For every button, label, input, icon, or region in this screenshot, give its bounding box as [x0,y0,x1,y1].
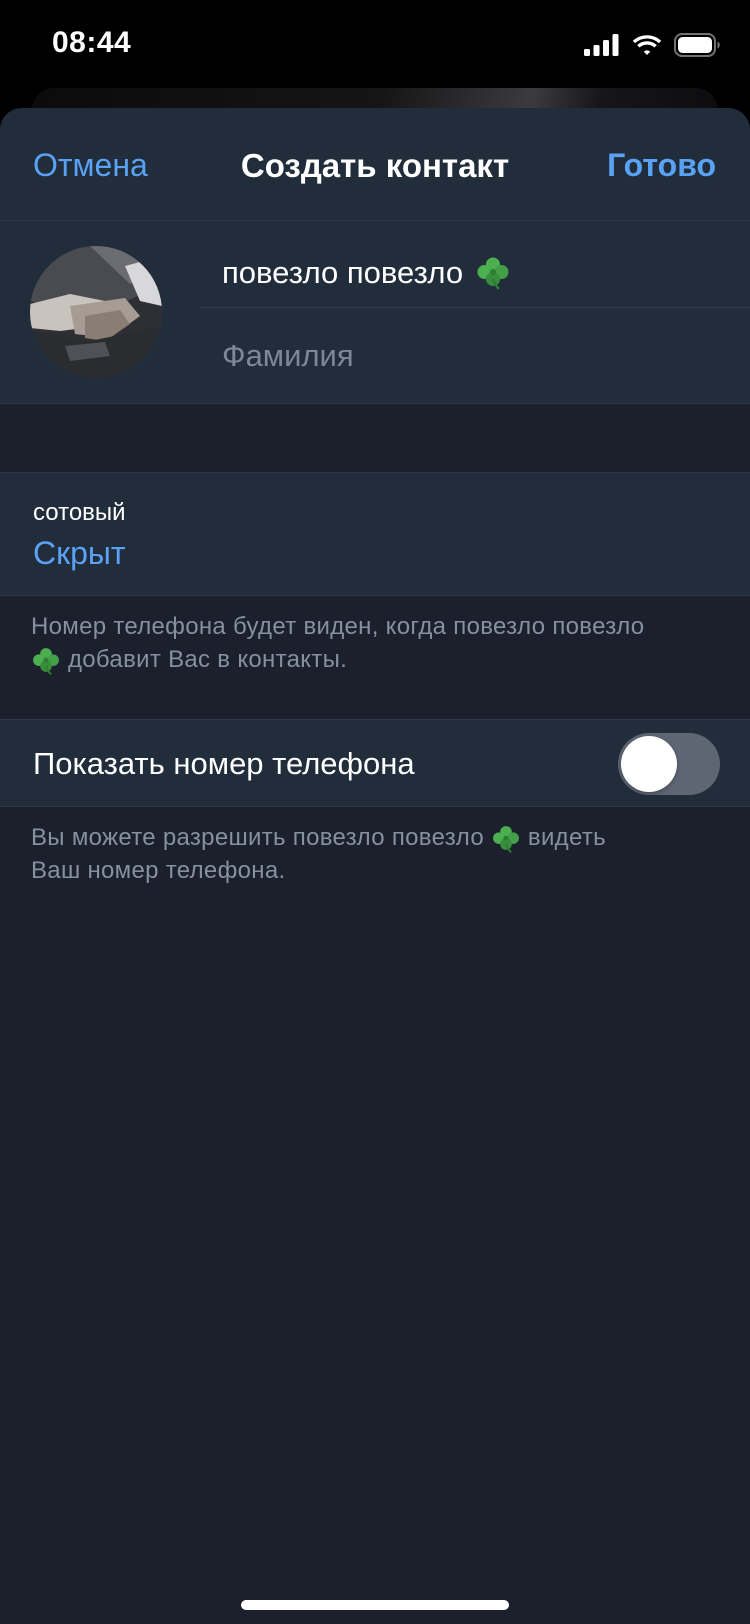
phone-value[interactable]: Скрыт [33,535,126,572]
phone-section[interactable]: сотовый Скрыт [0,472,750,596]
name-divider [200,307,750,308]
signal-icon [584,34,619,56]
status-icons [584,30,720,60]
contact-name-section: повезло повезло Фамилия [0,221,750,404]
last-name-placeholder: Фамилия [222,338,354,373]
phone-note: Номер телефона будет виден, когда повезл… [31,610,731,676]
status-bar: 08:44 [0,0,750,88]
contact-photo [30,246,162,378]
first-name-field[interactable]: повезло повезло [222,245,722,301]
share-note-part-2: видеть [527,824,606,851]
clover-icon [33,647,59,675]
battery-icon [674,33,720,57]
avatar[interactable] [30,246,162,378]
share-phone-row: Показать номер телефона [0,719,750,807]
clover-icon [493,825,519,853]
home-indicator[interactable] [241,1600,509,1610]
share-note-part-1: Вы можете разрешить повезло повезло [31,824,484,851]
phone-note-line-2: добавит Вас в контакты. [67,646,348,673]
share-note-part-3: Ваш номер телефона. [31,857,286,884]
nav-bar: Отмена Создать контакт Готово [0,108,750,221]
phone-label: сотовый [33,499,126,526]
last-name-field[interactable]: Фамилия [222,328,722,384]
share-phone-note: Вы можете разрешить повезло повезло виде… [31,821,731,887]
first-name-value: повезло повезло [222,255,464,290]
share-phone-label: Показать номер телефона [33,746,415,781]
share-phone-toggle[interactable] [618,733,720,795]
clover-icon [477,257,509,290]
toggle-knob [621,736,677,792]
create-contact-sheet: Отмена Создать контакт Готово повезло по… [0,108,750,1624]
wifi-icon [632,35,662,55]
phone-note-line-1: Номер телефона будет виден, когда повезл… [31,613,645,640]
done-button[interactable]: Готово [607,147,716,184]
screen: 08:44 Отмена Создать контакт Готово пове… [0,0,750,1624]
status-time: 08:44 [52,26,132,59]
